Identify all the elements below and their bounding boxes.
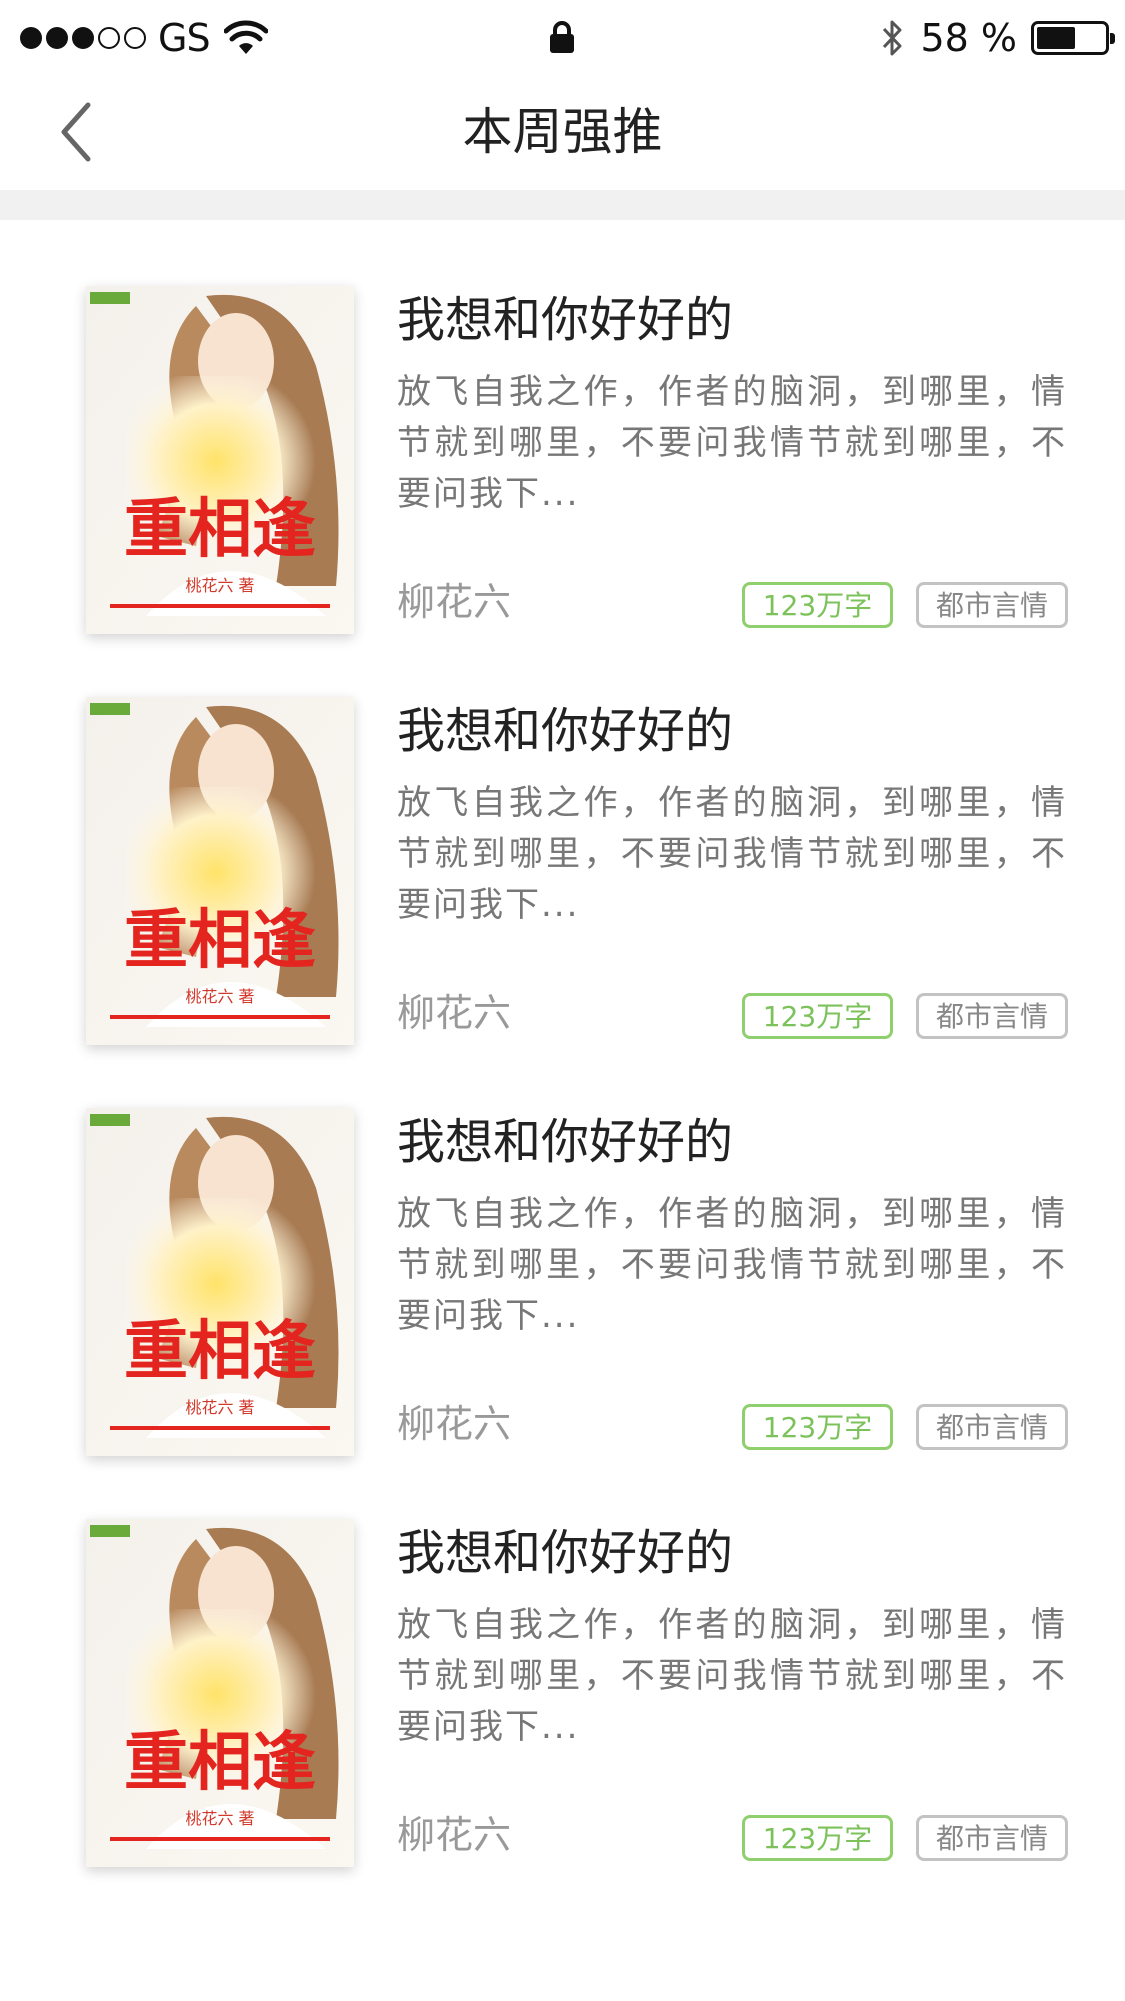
cellular-signal: GS [20,16,268,60]
book-author: 柳花六 [397,1813,512,1857]
battery-icon [1031,21,1115,55]
book-description: 放飞自我之作，作者的脑洞，到哪里，情节就到哪里，不要问我情节就到哪里，不要问我下… [397,1605,1067,1747]
page-title: 本周强推 [462,103,663,161]
book-cover-image: 重相逢 桃花六 著 [86,1108,354,1456]
signal-dot-1 [20,27,42,49]
book-list-item[interactable]: 重相逢 桃花六 著 我想和你好好的 放飞自我之作，作者的脑洞，到哪里，情节就到哪… [0,1042,1125,1456]
lock-icon [550,21,574,53]
cover-title-text: 重相逢 [124,903,316,978]
book-cover-image: 重相逢 桃花六 著 [86,286,354,634]
cover-title-text: 重相逢 [124,1725,316,1800]
book-list-item[interactable]: 重相逢 桃花六 著 我想和你好好的 放飞自我之作，作者的脑洞，到哪里，情节就到哪… [0,1453,1125,1867]
book-author: 柳花六 [397,991,512,1035]
book-description: 放飞自我之作，作者的脑洞，到哪里，情节就到哪里，不要问我情节就到哪里，不要问我下… [397,1194,1067,1336]
bluetooth-icon [883,20,902,56]
genre-tag: 都市言情 [916,1404,1068,1450]
book-title: 我想和你好好的 [397,1525,734,1581]
book-list: 重相逢 桃花六 著 我想和你好好的 放飞自我之作，作者的脑洞，到哪里，情节就到哪… [0,220,1125,1867]
genre-tag: 都市言情 [916,1815,1068,1861]
cover-author-text: 桃花六 著 [185,576,254,595]
book-description: 放飞自我之作，作者的脑洞，到哪里，情节就到哪里，不要问我情节就到哪里，不要问我下… [397,783,1067,925]
cover-title-text: 重相逢 [124,492,316,567]
book-title: 我想和你好好的 [397,292,734,348]
cover-title-text: 重相逢 [124,1314,316,1389]
signal-dot-2 [46,27,68,49]
signal-dot-4 [98,27,120,49]
book-author: 柳花六 [397,580,512,624]
word-count-tag: 123万字 [742,1404,893,1450]
genre-tag: 都市言情 [916,993,1068,1039]
signal-dot-5 [124,27,146,49]
book-cover-image: 重相逢 桃花六 著 [86,697,354,1045]
genre-tag: 都市言情 [916,582,1068,628]
book-title: 我想和你好好的 [397,703,734,759]
book-list-item[interactable]: 重相逢 桃花六 著 我想和你好好的 放飞自我之作，作者的脑洞，到哪里，情节就到哪… [0,220,1125,634]
battery-fill [1037,27,1075,49]
cover-author-text: 桃花六 著 [185,1398,254,1417]
book-cover-image: 重相逢 桃花六 著 [86,1519,354,1867]
section-divider [0,190,1125,220]
cover-author-text: 桃花六 著 [185,1809,254,1828]
word-count-tag: 123万字 [742,993,893,1039]
book-title: 我想和你好好的 [397,1114,734,1170]
book-description: 放飞自我之作，作者的脑洞，到哪里，情节就到哪里，不要问我情节就到哪里，不要问我下… [397,372,1067,514]
word-count-tag: 123万字 [742,582,893,628]
wifi-icon [223,20,268,54]
signal-dot-3 [72,27,94,49]
book-author: 柳花六 [397,1402,512,1446]
cover-author-text: 桃花六 著 [185,987,254,1006]
carrier-name: GS [158,16,211,60]
battery-percentage: 58 % [920,16,1017,60]
word-count-tag: 123万字 [742,1815,893,1861]
book-list-item[interactable]: 重相逢 桃花六 著 我想和你好好的 放飞自我之作，作者的脑洞，到哪里，情节就到哪… [0,631,1125,1045]
status-bar: GS 58 % [0,0,1125,75]
battery-nub [1110,33,1115,44]
navigation-bar: 本周强推 [0,75,1125,190]
